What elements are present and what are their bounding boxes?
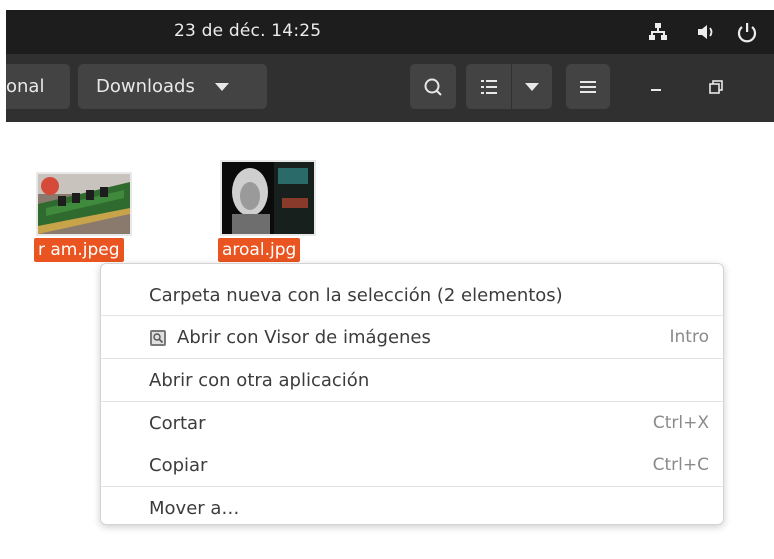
context-menu: Carpeta nueva con la selección (2 elemen…: [100, 263, 724, 525]
menu-item-label: Abrir con otra aplicación: [149, 369, 370, 391]
menu-item-label: Abrir con Visor de imágenes: [177, 326, 431, 348]
power-icon[interactable]: [736, 22, 758, 44]
file-name: aroal.jpg: [218, 238, 301, 262]
maximize-icon: [709, 79, 723, 94]
image-viewer-icon: [150, 329, 166, 346]
menu-item-open-with-other-application[interactable]: Abrir con otra aplicación: [101, 359, 723, 401]
menu-item-accelerator: Ctrl+X: [652, 413, 709, 433]
search-button[interactable]: [410, 64, 456, 109]
window-top-edge: [0, 0, 774, 10]
search-icon: [424, 78, 442, 96]
view-options-button[interactable]: [512, 64, 552, 109]
menu-item-label: Cortar: [149, 412, 206, 434]
menu-item-label: Copiar: [149, 454, 208, 476]
menu-item-move-to[interactable]: Mover a…: [101, 487, 723, 524]
clock[interactable]: 23 de déc. 14:25: [174, 21, 321, 41]
menu-item-label: Carpeta nueva con la selección (2 elemen…: [149, 284, 563, 306]
minimize-button[interactable]: [636, 64, 676, 109]
file-item[interactable]: r am.jpeg: [30, 150, 140, 270]
menu-item-cut[interactable]: Cortar Ctrl+X: [101, 402, 723, 444]
chevron-down-icon: [214, 82, 229, 91]
maximize-button[interactable]: [696, 64, 736, 109]
chevron-down-icon: [525, 82, 539, 91]
menu-item-new-folder-with-selection[interactable]: Carpeta nueva con la selección (2 elemen…: [101, 274, 723, 316]
volume-icon[interactable]: [696, 22, 718, 42]
menu-item-label: Mover a…: [149, 497, 240, 519]
list-view-button[interactable]: [466, 64, 511, 109]
file-name: r am.jpeg: [34, 238, 124, 262]
menu-item-open-with-image-viewer[interactable]: Abrir con Visor de imágenes Intro: [101, 316, 723, 358]
menu-item-accelerator: Ctrl+C: [652, 455, 709, 475]
top-panel: 23 de déc. 14:25: [6, 10, 774, 54]
file-thumbnail: [220, 160, 316, 236]
breadcrumb-previous-label: onal: [6, 76, 45, 97]
breadcrumb-downloads-label: Downloads: [96, 76, 195, 97]
file-thumbnail: [36, 172, 132, 236]
breadcrumb-previous[interactable]: onal: [6, 64, 70, 109]
headerbar: onal Downloads: [6, 54, 774, 122]
menu-item-copy[interactable]: Copiar Ctrl+C: [101, 444, 723, 486]
main-menu-button[interactable]: [566, 64, 610, 109]
minimize-icon: [651, 88, 661, 91]
network-wired-icon[interactable]: [648, 22, 668, 42]
menu-item-accelerator: Intro: [669, 327, 709, 347]
hamburger-menu-icon: [580, 80, 596, 93]
file-item[interactable]: aroal.jpg: [214, 150, 324, 270]
breadcrumb-downloads[interactable]: Downloads: [78, 64, 267, 109]
list-view-icon: [480, 79, 497, 94]
